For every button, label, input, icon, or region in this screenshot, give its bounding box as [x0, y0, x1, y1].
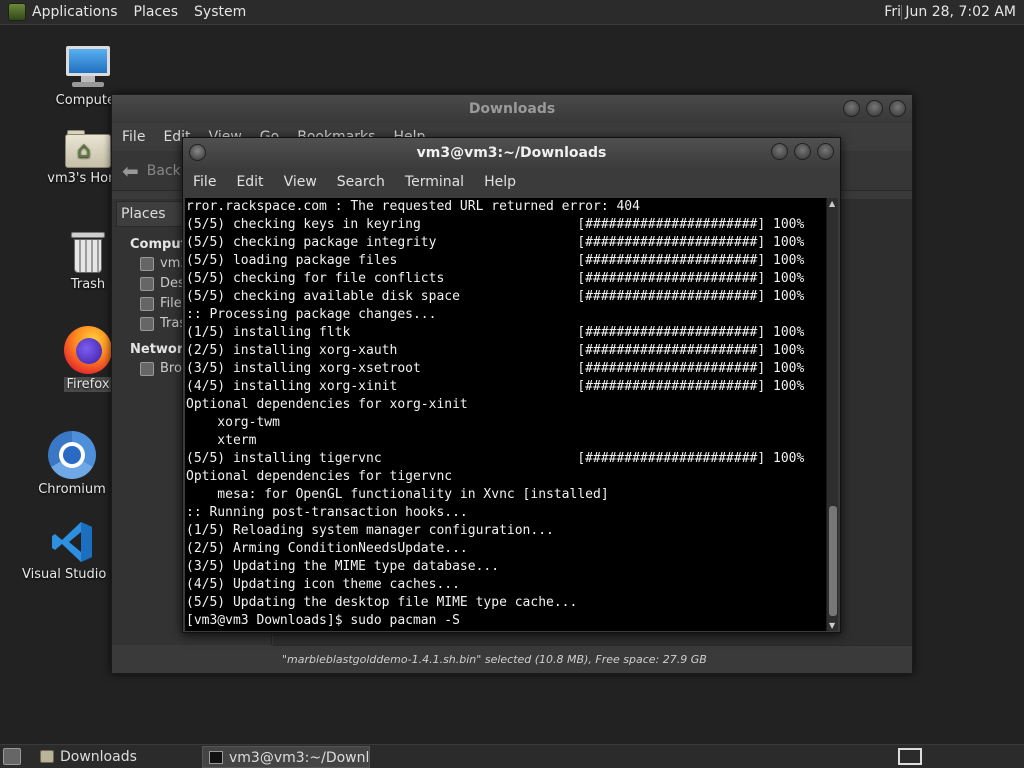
desktop-icon-vscode[interactable]: Visual Studio Code: [22, 520, 122, 582]
term-menu-edit[interactable]: Edit: [236, 174, 263, 190]
computer-icon: [64, 46, 112, 90]
firefox-icon: [64, 326, 112, 374]
home-folder-icon: ⌂: [65, 128, 111, 168]
terminal-line: (1/5) Reloading system manager configura…: [186, 523, 554, 538]
trash-icon: [69, 230, 107, 274]
fm-title-bar[interactable]: Downloads: [112, 95, 912, 123]
minimize-button[interactable]: [771, 143, 788, 160]
terminal-line: (5/5) checking keys in keyring [########…: [186, 217, 805, 232]
taskbar-item-terminal[interactable]: vm3@vm3:~/Downl...: [202, 746, 370, 768]
maximize-button[interactable]: [794, 143, 811, 160]
close-button[interactable]: [817, 143, 834, 160]
terminal-line: (5/5) checking package integrity [######…: [186, 235, 805, 250]
terminal-line: (5/5) loading package files [###########…: [186, 253, 805, 268]
term-menu-help[interactable]: Help: [484, 174, 516, 190]
taskbar-item-downloads[interactable]: Downloads: [34, 746, 200, 768]
clock[interactable]: Fri Jun 28, 7:02 AM: [884, 4, 1016, 20]
close-button[interactable]: [889, 100, 906, 117]
terminal-line: :: Processing package changes...: [186, 307, 437, 322]
vscode-icon: [50, 520, 94, 564]
applications-menu[interactable]: Applications: [32, 4, 118, 20]
term-menu-view[interactable]: View: [284, 174, 317, 190]
terminal-line: (2/5) Arming ConditionNeedsUpdate...: [186, 541, 468, 556]
terminal-window[interactable]: vm3@vm3:~/Downloads File Edit View Searc…: [182, 137, 841, 633]
terminal-line: (5/5) checking for file conflicts [#####…: [186, 271, 805, 286]
taskbar-item-label: Downloads: [60, 749, 137, 765]
bottom-panel: Downloads vm3@vm3:~/Downl...: [0, 744, 1024, 768]
terminal-line: [vm3@vm3 Downloads]$ sudo pacman -S: [186, 613, 460, 628]
maximize-button[interactable]: [866, 100, 883, 117]
fm-status-bar: "marbleblastgolddemo-1.4.1.sh.bin" selec…: [272, 645, 912, 673]
network-icon: [140, 361, 154, 376]
terminal-line: xterm: [186, 433, 257, 448]
back-button[interactable]: Back: [147, 163, 181, 179]
fm-menu-file[interactable]: File: [122, 129, 145, 145]
folder-icon: [40, 750, 54, 763]
terminal-line: Optional dependencies for tigervnc: [186, 469, 453, 484]
desktop-icon-label: Firefox: [64, 377, 112, 392]
taskbar-item-label: vm3@vm3:~/Downl...: [229, 750, 370, 766]
terminal-line: Optional dependencies for xorg-xinit: [186, 397, 468, 412]
scroll-up-arrow-icon[interactable]: ▲: [829, 199, 835, 208]
desktop-icon-label: Trash: [70, 277, 106, 292]
terminal-line: (1/5) installing fltk [#################…: [186, 325, 805, 340]
desktop-icon-chromium[interactable]: Chromium: [22, 431, 122, 497]
term-menu-terminal[interactable]: Terminal: [405, 174, 464, 190]
distro-logo-icon[interactable]: [8, 3, 26, 21]
terminal-scrollbar[interactable]: ▲ ▼: [826, 198, 838, 631]
workspace-switcher[interactable]: [898, 748, 922, 765]
system-menu[interactable]: System: [194, 4, 246, 20]
home-icon: [140, 256, 154, 271]
back-arrow-icon[interactable]: ⬅: [122, 159, 139, 183]
scroll-down-arrow-icon[interactable]: ▼: [829, 621, 835, 630]
terminal-line: (4/5) Updating icon theme caches...: [186, 577, 460, 592]
terminal-icon: [209, 751, 223, 764]
places-menu[interactable]: Places: [134, 4, 179, 20]
terminal-line: (3/5) Updating the MIME type database...: [186, 559, 500, 574]
desktop-icon-label: Chromium: [38, 482, 106, 497]
terminal-line: (4/5) installing xorg-xinit [###########…: [186, 379, 805, 394]
terminal-line: (2/5) installing xorg-xauth [###########…: [186, 343, 805, 358]
terminal-line: (5/5) Updating the desktop file MIME typ…: [186, 595, 578, 610]
scrollbar-thumb[interactable]: [829, 506, 837, 616]
fm-window-title: Downloads: [468, 101, 556, 117]
terminal-line: (5/5) checking available disk space [###…: [186, 289, 805, 304]
chromium-icon: [48, 431, 96, 479]
top-panel: Applications Places System Fri Jun 28, 7…: [0, 0, 1024, 25]
desktop-icon: [140, 276, 154, 291]
trash-icon: [140, 316, 154, 331]
terminal-line: (3/5) installing xorg-xsetroot [########…: [186, 361, 805, 376]
drive-icon: [140, 296, 154, 311]
terminal-line: (5/5) installing tigervnc [#############…: [186, 451, 805, 466]
terminal-line: :: Running post-transaction hooks...: [186, 505, 468, 520]
term-menu-search[interactable]: Search: [337, 174, 385, 190]
terminal-line: xorg-twm: [186, 415, 280, 430]
minimize-button[interactable]: [843, 100, 860, 117]
terminal-window-title: vm3@vm3:~/Downloads: [416, 145, 607, 161]
terminal-output[interactable]: rror.rackspace.com : The requested URL r…: [185, 198, 828, 631]
terminal-line: mesa: for OpenGL functionality in Xvnc […: [186, 487, 609, 502]
term-menu-file[interactable]: File: [193, 174, 216, 190]
terminal-line: rror.rackspace.com : The requested URL r…: [186, 199, 640, 214]
desktop-icon-label: Visual Studio Code: [22, 567, 122, 582]
show-desktop-icon[interactable]: [3, 748, 21, 765]
terminal-menubar: File Edit View Search Terminal Help: [183, 168, 840, 196]
terminal-title-bar[interactable]: vm3@vm3:~/Downloads: [183, 138, 840, 168]
window-menu-button[interactable]: [189, 144, 206, 161]
